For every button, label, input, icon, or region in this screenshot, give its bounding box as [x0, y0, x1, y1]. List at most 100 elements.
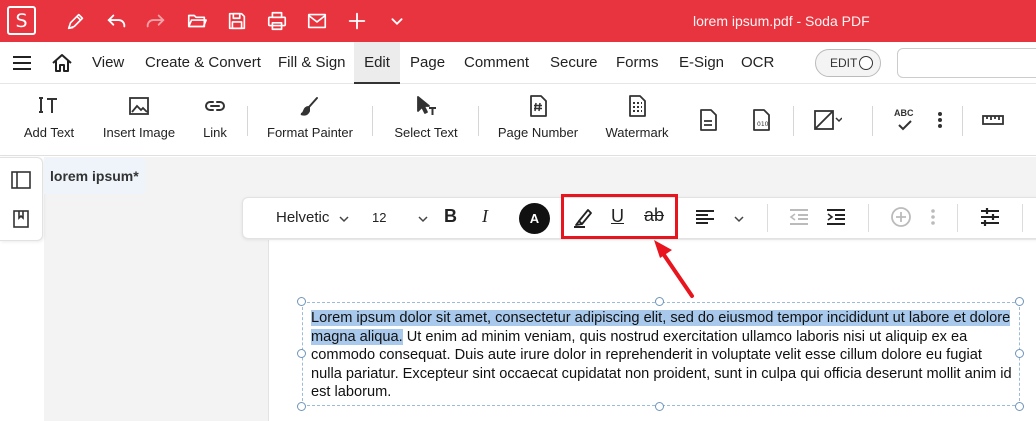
resize-handle[interactable] [1015, 297, 1024, 306]
ribbon-divider [247, 106, 248, 136]
menu-ocr[interactable]: OCR [735, 42, 780, 84]
page-number-label: Page Number [497, 125, 579, 140]
document-tab-title: lorem ipsum [50, 168, 134, 184]
menu-page[interactable]: Page [404, 42, 451, 84]
image-icon [129, 97, 149, 115]
chevron-down-icon[interactable] [734, 214, 744, 224]
check-mark-icon [898, 120, 912, 131]
more-chevron-icon[interactable] [385, 9, 409, 33]
edit-ribbon: Add Text Insert Image Link Format Painte… [0, 84, 1036, 156]
toolbar-divider [868, 204, 869, 232]
menu-comment[interactable]: Comment [458, 42, 535, 84]
select-text-button[interactable]: Select Text [388, 84, 464, 156]
font-family-dropdown[interactable]: Helvetic [276, 209, 329, 226]
increase-indent-icon[interactable] [824, 205, 848, 229]
add-text-button[interactable]: Add Text [18, 84, 80, 156]
new-icon[interactable] [345, 9, 369, 33]
spell-check-label: ABC [894, 108, 914, 118]
paint-brush-icon [300, 97, 318, 116]
thumbnails-panel-icon[interactable] [11, 170, 31, 190]
search-input[interactable] [897, 48, 1036, 78]
format-painter-button[interactable]: Format Painter [262, 84, 358, 156]
resize-handle[interactable] [297, 402, 306, 411]
chevron-down-icon[interactable] [418, 214, 428, 224]
text-color-button[interactable]: A [519, 203, 550, 234]
resize-handle[interactable] [655, 402, 664, 411]
decrease-indent-icon[interactable] [787, 205, 811, 229]
menu-e-sign[interactable]: E-Sign [673, 42, 730, 84]
window-title: lorem ipsum.pdf - Soda PDF [693, 13, 870, 29]
save-icon[interactable] [225, 9, 249, 33]
spell-check-button[interactable]: ABC [893, 106, 919, 134]
page-number-button[interactable]: Page Number [494, 84, 582, 156]
menu-fill-sign[interactable]: Fill & Sign [272, 42, 352, 84]
font-size-dropdown[interactable]: 12 [372, 210, 386, 225]
bookmark-panel-icon[interactable] [11, 209, 31, 229]
menu-edit[interactable]: Edit [354, 42, 400, 84]
add-circle-icon[interactable] [889, 205, 913, 229]
link-button[interactable]: Link [193, 84, 237, 156]
more-options-icon[interactable] [921, 205, 945, 229]
redo-icon[interactable] [143, 9, 167, 33]
undo-icon[interactable] [105, 9, 129, 33]
text-box-content[interactable]: Lorem ipsum dolor sit amet, consectetur … [311, 309, 1015, 402]
ribbon-divider [372, 106, 373, 136]
menu-forms[interactable]: Forms [610, 42, 665, 84]
select-text-icon [417, 96, 436, 115]
align-left-icon[interactable] [693, 205, 717, 229]
body-text[interactable]: Ut enim ad minim veniam, quis nostrud ex… [311, 329, 1012, 401]
toggle-knob [859, 56, 873, 70]
menu-create-convert[interactable]: Create & Convert [139, 42, 267, 84]
ribbon-divider [793, 106, 794, 136]
chevron-down-icon[interactable] [339, 214, 349, 224]
left-side-panel [0, 157, 43, 241]
add-text-label: Add Text [23, 125, 75, 140]
edit-mode-toggle[interactable]: EDIT [815, 49, 881, 77]
menu-secure[interactable]: Secure [544, 42, 604, 84]
open-folder-icon[interactable] [185, 9, 209, 33]
document-tab[interactable]: lorem ipsum* [44, 158, 145, 194]
add-text-icon [39, 97, 57, 113]
redact-icon[interactable] [812, 108, 842, 132]
title-bar: S lorem ipsum.pdf - Soda PDF [0, 0, 1036, 42]
resize-handle[interactable] [1015, 349, 1024, 358]
resize-handle[interactable] [297, 349, 306, 358]
annotation-highlight-box [561, 194, 678, 239]
link-label: Link [203, 125, 227, 140]
format-painter-label: Format Painter [267, 125, 353, 140]
text-color-letter: A [529, 211, 540, 226]
link-icon [205, 101, 225, 111]
resize-handle[interactable] [297, 297, 306, 306]
resize-handle[interactable] [1015, 402, 1024, 411]
ruler-icon[interactable] [981, 108, 1005, 132]
watermark-label: Watermark [605, 125, 669, 140]
insert-image-button[interactable]: Insert Image [98, 84, 180, 156]
sign-pen-icon[interactable] [64, 9, 88, 33]
app-logo[interactable]: S [7, 6, 36, 35]
mail-icon[interactable] [305, 9, 329, 33]
page-number-icon [530, 95, 547, 117]
annotation-arrow-icon [654, 240, 694, 298]
watermark-button[interactable]: Watermark [600, 84, 674, 156]
insert-image-label: Insert Image [102, 125, 176, 140]
toolbar-divider [1022, 204, 1023, 232]
home-icon[interactable] [51, 52, 73, 74]
select-text-label: Select Text [394, 125, 458, 140]
resize-handle[interactable] [655, 297, 664, 306]
bates-numbering-icon[interactable]: 010 [749, 108, 773, 132]
text-properties-icon[interactable] [978, 205, 1002, 229]
ribbon-divider [872, 106, 873, 136]
print-icon[interactable] [265, 9, 289, 33]
header-footer-icon[interactable] [696, 108, 720, 132]
toolbar-divider [767, 204, 768, 232]
svg-text:010: 010 [757, 121, 769, 128]
toolbar-divider [957, 204, 958, 232]
italic-button[interactable]: I [482, 206, 488, 227]
hamburger-icon[interactable] [12, 53, 32, 73]
bold-button[interactable]: B [444, 206, 457, 227]
ribbon-divider [962, 106, 963, 136]
ribbon-divider [478, 106, 479, 136]
menu-view[interactable]: View [86, 42, 130, 84]
edit-toggle-label: EDIT [830, 56, 858, 70]
more-options-icon[interactable] [928, 108, 952, 132]
